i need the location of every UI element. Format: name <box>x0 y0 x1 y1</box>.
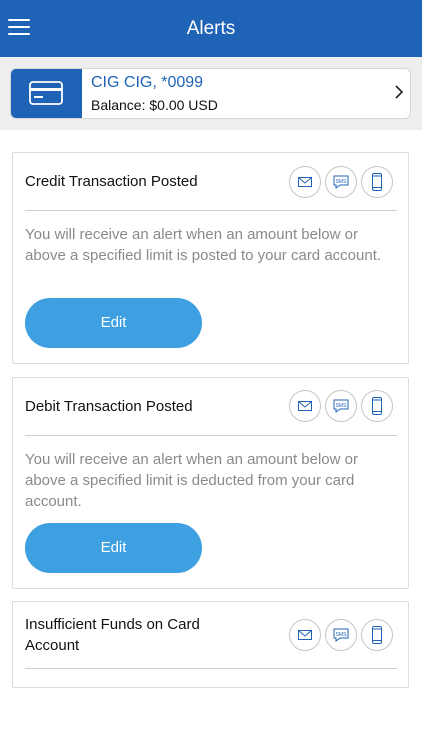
alert-card-credit-transaction: Credit Transaction Posted SMS You will r… <box>12 152 409 364</box>
channel-icons: SMS <box>289 166 393 198</box>
card-selector-area: CIG CIG, *0099 Balance: $0.00 USD <box>0 57 422 130</box>
email-icon[interactable] <box>289 390 321 422</box>
card-name: CIG CIG, *0099 <box>91 74 204 91</box>
divider <box>25 668 397 669</box>
credit-card-icon <box>11 69 82 118</box>
alert-card-insufficient-funds: Insufficient Funds on Card Account SMS <box>12 601 409 688</box>
sms-icon-text: SMS <box>336 179 348 185</box>
sms-icon[interactable]: SMS <box>325 166 357 198</box>
divider <box>25 435 397 436</box>
sms-icon[interactable]: SMS <box>325 619 357 651</box>
alert-title: Credit Transaction Posted <box>25 173 198 190</box>
mobile-icon[interactable] <box>361 619 393 651</box>
page-title: Alerts <box>186 18 236 39</box>
sms-icon-text: SMS <box>336 403 348 409</box>
email-icon[interactable] <box>289 619 321 651</box>
email-icon[interactable] <box>289 166 321 198</box>
alert-title: Debit Transaction Posted <box>25 398 193 415</box>
chevron-right-icon[interactable] <box>394 84 404 100</box>
sms-icon[interactable]: SMS <box>325 390 357 422</box>
divider <box>25 210 397 211</box>
alert-title: Insufficient Funds on Card Account <box>25 616 200 654</box>
alert-description: You will receive an alert when an amount… <box>25 226 382 264</box>
mobile-icon[interactable] <box>361 166 393 198</box>
channel-icons: SMS <box>289 619 393 651</box>
mobile-icon[interactable] <box>361 390 393 422</box>
card-selector[interactable]: CIG CIG, *0099 Balance: $0.00 USD <box>10 68 411 119</box>
app-header: Alerts <box>0 0 422 57</box>
edit-button[interactable]: Edit <box>25 298 202 348</box>
channel-icons: SMS <box>289 390 393 422</box>
alert-card-debit-transaction: Debit Transaction Posted SMS You will re… <box>12 377 409 589</box>
alert-description: You will receive an alert when an amount… <box>25 451 358 510</box>
edit-button[interactable]: Edit <box>25 523 202 573</box>
sms-icon-text: SMS <box>336 632 348 638</box>
card-balance: Balance: $0.00 USD <box>91 97 218 113</box>
